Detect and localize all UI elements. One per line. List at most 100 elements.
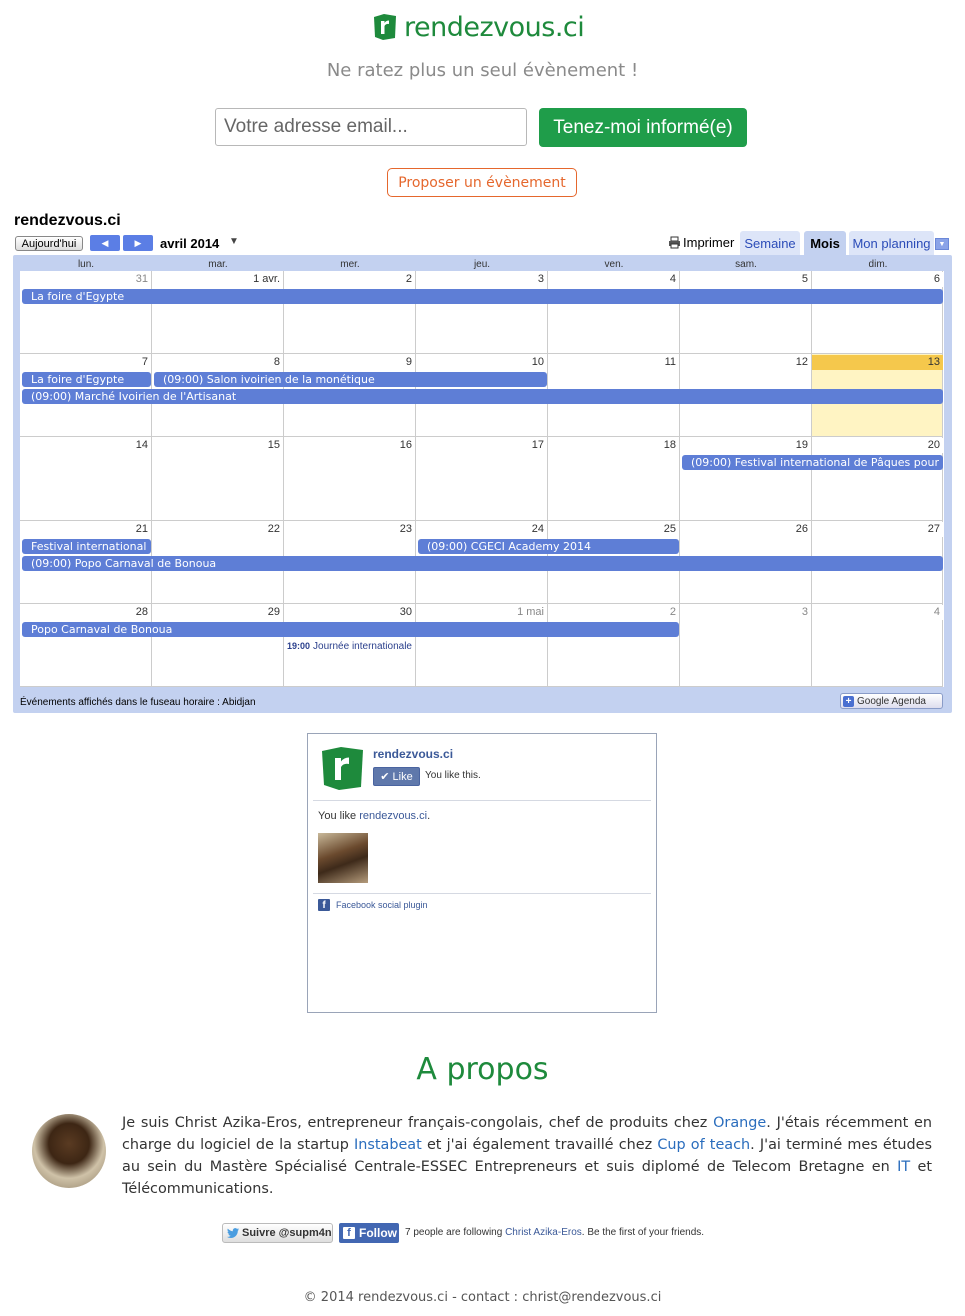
- day-number[interactable]: 23: [284, 522, 415, 537]
- google-agenda-label: Google Agenda: [857, 695, 926, 707]
- weekday-label: mar.: [208, 259, 228, 270]
- tab-mois[interactable]: Mois: [804, 231, 846, 255]
- day-number[interactable]: 13: [812, 355, 943, 370]
- followers-text: 7 people are following Christ Azika-Eros…: [405, 1227, 704, 1238]
- day-number[interactable]: 2: [284, 272, 415, 287]
- calendar-event[interactable]: Festival international: [22, 539, 151, 554]
- calendar-event[interactable]: (09:00) Salon ivoirien de la monétique: [154, 372, 547, 387]
- tab-semaine[interactable]: Semaine: [740, 231, 800, 255]
- calendar-timed-event[interactable]: 19:00 Journée internationale: [287, 639, 413, 654]
- day-number[interactable]: 29: [152, 605, 283, 620]
- prev-month-button[interactable]: ◀: [90, 235, 120, 251]
- weekday-label: ven.: [604, 259, 624, 270]
- day-number[interactable]: 25: [548, 522, 679, 537]
- propose-event-button[interactable]: Proposer un évènement: [387, 168, 577, 197]
- logo-mark-icon: [374, 14, 396, 40]
- day-number[interactable]: 20: [812, 438, 943, 453]
- facebook-plugin-label: Facebook social plugin: [336, 900, 428, 910]
- about-title: A propos: [416, 1052, 549, 1087]
- about-paragraph: Je suis Christ Azika-Eros, entrepreneur …: [122, 1112, 932, 1200]
- calendar-event[interactable]: (09:00) Popo Carnaval de Bonoua: [22, 556, 943, 571]
- calendar-event[interactable]: La foire d'Egypte: [22, 289, 943, 304]
- divider: [313, 893, 651, 894]
- day-number[interactable]: 1 avr.: [152, 272, 283, 287]
- day-number[interactable]: 31: [20, 272, 151, 287]
- print-label: Imprimer: [683, 235, 735, 250]
- day-number[interactable]: 7: [20, 355, 151, 370]
- day-number[interactable]: 10: [416, 355, 547, 370]
- prev-icon: ◀: [101, 237, 109, 248]
- next-month-button[interactable]: ▶: [123, 235, 153, 251]
- day-number[interactable]: 24: [416, 522, 547, 537]
- printer-icon: [669, 236, 680, 249]
- calendar-event[interactable]: (09:00) Festival international de Pâques…: [682, 455, 943, 470]
- calendar-event[interactable]: La foire d'Egypte: [22, 372, 151, 387]
- twitter-follow-label: Suivre @supm4n: [242, 1227, 332, 1239]
- facebook-friends-prefix: You like: [318, 810, 360, 822]
- page-logo-icon: [322, 747, 363, 790]
- facebook-icon: f: [343, 1227, 355, 1239]
- followers-suffix: . Be the first of your friends.: [581, 1227, 705, 1238]
- check-icon: ✔: [380, 771, 393, 783]
- facebook-like-button[interactable]: ✔ Like: [373, 767, 420, 786]
- today-button[interactable]: Aujourd'hui: [15, 236, 83, 251]
- orange-link[interactable]: Orange: [713, 1115, 766, 1131]
- day-number[interactable]: 11: [548, 355, 679, 370]
- timezone-note: Événements affichés dans le fuseau horai…: [20, 697, 256, 708]
- day-number[interactable]: 22: [152, 522, 283, 537]
- day-number[interactable]: 30: [284, 605, 415, 620]
- day-number[interactable]: 16: [284, 438, 415, 453]
- friend-avatar[interactable]: [318, 833, 368, 883]
- day-number[interactable]: 1 mai: [416, 605, 547, 620]
- facebook-page-link[interactable]: rendezvous.ci: [359, 810, 427, 822]
- day-number[interactable]: 3: [416, 272, 547, 287]
- day-number[interactable]: 6: [812, 272, 943, 287]
- day-number[interactable]: 28: [20, 605, 151, 620]
- calendar-title: rendezvous.ci: [14, 212, 121, 229]
- day-number[interactable]: 2: [548, 605, 679, 620]
- print-link[interactable]: Imprimer: [668, 235, 734, 250]
- facebook-page-name[interactable]: rendezvous.ci: [373, 747, 453, 761]
- day-number[interactable]: 5: [680, 272, 811, 287]
- cup-of-teach-link[interactable]: Cup of teach: [657, 1137, 750, 1153]
- calendar-event[interactable]: (09:00) CGECI Academy 2014: [418, 539, 679, 554]
- month-dropdown-icon[interactable]: ▼: [229, 236, 239, 247]
- calendar-grid: 31 1 avr. 2 3 4 5 6 7 8 9 10 11 12 13 14 15 16 17 18 19 20 21…: [20, 271, 944, 687]
- day-number[interactable]: 9: [284, 355, 415, 370]
- email-input[interactable]: [215, 108, 527, 146]
- day-number[interactable]: 18: [548, 438, 679, 453]
- day-number[interactable]: 26: [680, 522, 811, 537]
- day-number[interactable]: 8: [152, 355, 283, 370]
- day-number[interactable]: 19: [680, 438, 811, 453]
- facebook-follow-button[interactable]: f Follow: [339, 1223, 399, 1243]
- next-icon: ▶: [134, 237, 142, 248]
- facebook-you-like: You like this.: [425, 770, 481, 781]
- facebook-follow-label: Follow: [359, 1226, 397, 1240]
- about-text-1: Je suis Christ Azika-Eros, entrepreneur …: [122, 1115, 714, 1131]
- day-number[interactable]: 17: [416, 438, 547, 453]
- author-profile-link[interactable]: Christ Azika-Eros: [505, 1227, 582, 1238]
- day-number[interactable]: 4: [812, 605, 943, 620]
- day-number[interactable]: 12: [680, 355, 811, 370]
- day-number[interactable]: 14: [20, 438, 151, 453]
- day-number[interactable]: 3: [680, 605, 811, 620]
- twitter-follow-button[interactable]: Suivre @supm4n: [222, 1223, 333, 1243]
- it-link[interactable]: IT: [897, 1159, 910, 1175]
- tab-mon-planning[interactable]: Mon planning: [849, 231, 934, 255]
- facebook-social-plugin[interactable]: f Facebook social plugin: [318, 899, 428, 911]
- calendar-event[interactable]: Popo Carnaval de Bonoua: [22, 622, 679, 637]
- notify-button[interactable]: Tenez-moi informé(e): [539, 108, 747, 147]
- divider: [313, 800, 651, 801]
- event-time: 19:00: [287, 641, 311, 651]
- site-logo[interactable]: rendezvous.ci: [372, 11, 585, 43]
- day-number[interactable]: 4: [548, 272, 679, 287]
- instabeat-link[interactable]: Instabeat: [354, 1137, 422, 1153]
- day-number[interactable]: 21: [20, 522, 151, 537]
- weekday-label: sam.: [735, 259, 757, 270]
- google-agenda-button[interactable]: + Google Agenda: [840, 693, 943, 709]
- calendar-menu-dropdown-icon[interactable]: ▼: [935, 238, 949, 250]
- about-text-3: et j'ai également travaillé chez: [421, 1137, 658, 1153]
- calendar-event[interactable]: (09:00) Marché Ivoirien de l'Artisanat: [22, 389, 943, 404]
- day-number[interactable]: 15: [152, 438, 283, 453]
- day-number[interactable]: 27: [812, 522, 943, 537]
